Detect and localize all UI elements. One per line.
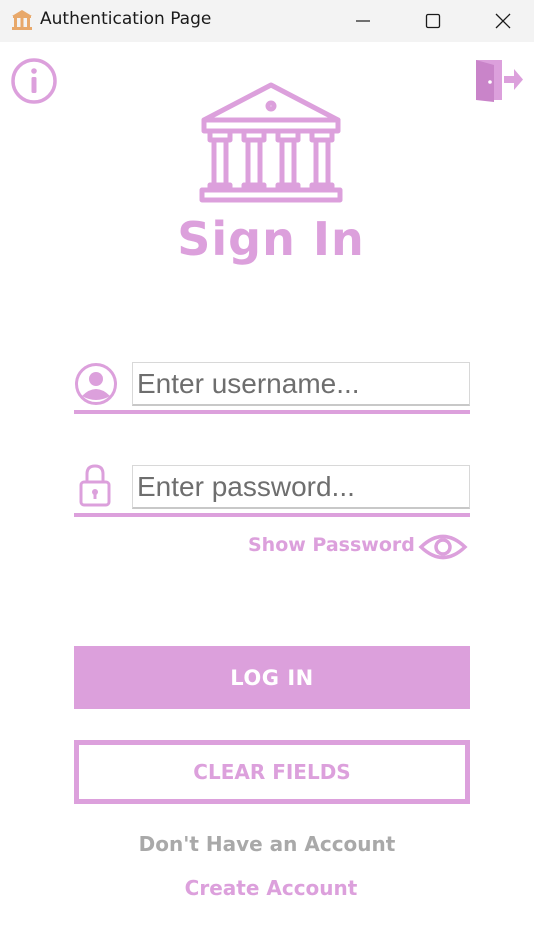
username-input[interactable] [132, 362, 470, 406]
password-input[interactable] [132, 465, 470, 509]
info-icon[interactable] [10, 57, 58, 105]
minimize-button[interactable] [340, 0, 386, 42]
lock-icon [79, 464, 111, 507]
exit-door-icon[interactable] [472, 56, 524, 104]
password-underline [74, 513, 470, 517]
user-icon [75, 363, 117, 405]
create-account-link[interactable]: Create Account [0, 876, 534, 900]
auth-content: Sign In Show Password LOG IN CLEAR FIELD… [0, 42, 534, 931]
close-button[interactable] [480, 0, 526, 42]
maximize-icon [425, 13, 441, 29]
close-icon [495, 13, 511, 29]
bank-building-icon [199, 82, 343, 203]
username-underline [74, 410, 470, 414]
show-password-label[interactable]: Show Password [248, 534, 415, 556]
minimize-icon [356, 20, 370, 22]
eye-icon[interactable] [418, 530, 468, 564]
no-account-text: Don't Have an Account [138, 832, 396, 856]
clear-fields-button[interactable]: CLEAR FIELDS [74, 740, 470, 804]
maximize-button[interactable] [410, 0, 456, 42]
window-titlebar: Authentication Page [0, 0, 534, 42]
page-title: Sign In [177, 212, 365, 266]
login-button[interactable]: LOG IN [74, 646, 470, 709]
app-icon [12, 10, 32, 30]
window-title: Authentication Page [40, 9, 212, 29]
